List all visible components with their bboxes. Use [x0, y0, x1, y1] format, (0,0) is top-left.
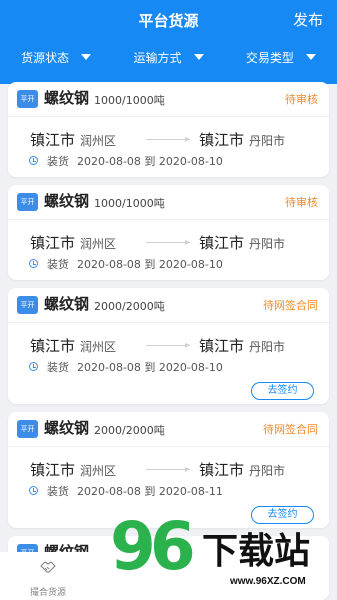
origin-city: 镇江市 [30, 461, 76, 479]
watermark-number: 96 [110, 508, 196, 585]
badge-icon: 平开 [17, 296, 38, 314]
badge-icon: 平开 [17, 193, 38, 211]
date-range: 2020-08-08 到 2020-08-10 [77, 155, 223, 168]
quantity: 1000/1000吨 [94, 197, 165, 210]
quantity: 1000/1000吨 [94, 94, 165, 107]
handshake-icon [40, 561, 56, 573]
origin-district: 润州区 [80, 340, 117, 354]
destination-city: 镇江市 [199, 234, 245, 252]
origin-city: 镇江市 [30, 131, 76, 149]
divider [8, 322, 329, 323]
divider [8, 116, 329, 117]
status-badge: 待网签合同 [263, 423, 318, 436]
origin-district: 润州区 [80, 134, 117, 148]
status-badge: 待网签合同 [263, 299, 318, 312]
filter-transport-mode[interactable]: 运输方式 [112, 46, 224, 68]
caret-down-icon [193, 54, 204, 60]
destination: 镇江市 丹阳市 [199, 459, 285, 480]
origin: 镇江市 润州区 [30, 232, 116, 253]
destination-city: 镇江市 [199, 337, 245, 355]
arrow-right-icon [146, 240, 190, 245]
goods-name: 螺纹钢 [44, 419, 90, 437]
caret-down-icon [305, 54, 316, 60]
page-title: 平台货源 [138, 12, 199, 30]
goods-name: 螺纹钢 [44, 89, 90, 107]
tab-matching-cargo[interactable]: 撮合货源 [0, 552, 96, 600]
quantity: 2000/2000吨 [94, 300, 165, 313]
header-bar: 平台货源 发布 货源状态 运输方式 交易类型 [0, 0, 337, 84]
arrow-right-icon [146, 467, 190, 472]
clock-icon [29, 259, 38, 268]
sign-contract-button[interactable]: 去签约 [251, 382, 314, 400]
destination-district: 丹阳市 [249, 237, 286, 251]
cargo-card[interactable]: 平开 螺纹钢 2000/2000吨 待网签合同 镇江市 润州区 镇江市 丹阳市 装货… [8, 288, 329, 404]
watermark-name: 下载站 [202, 531, 311, 572]
destination: 镇江市 丹阳市 [199, 129, 285, 150]
arrow-right-icon [146, 343, 190, 348]
destination-city: 镇江市 [199, 461, 245, 479]
load-label: 装货 [47, 485, 69, 498]
date-range: 2020-08-08 到 2020-08-11 [77, 485, 223, 498]
destination: 镇江市 丹阳市 [199, 232, 285, 253]
load-label: 装货 [47, 258, 69, 271]
destination: 镇江市 丹阳市 [199, 335, 285, 356]
publish-button[interactable]: 发布 [293, 9, 323, 30]
destination-city: 镇江市 [199, 131, 245, 149]
goods-name: 螺纹钢 [44, 192, 90, 210]
origin: 镇江市 润州区 [30, 129, 116, 150]
destination-district: 丹阳市 [249, 340, 286, 354]
tab-bar: 撮合货源 [0, 552, 96, 600]
cargo-card[interactable]: 平开 螺纹钢 1000/1000吨 待审核 镇江市 润州区 镇江市 丹阳市 装货 2… [8, 82, 329, 177]
badge-icon: 平开 [17, 90, 38, 108]
date-range: 2020-08-08 到 2020-08-10 [77, 361, 223, 374]
caret-down-icon [81, 54, 92, 60]
destination-district: 丹阳市 [249, 134, 286, 148]
date-range: 2020-08-08 到 2020-08-10 [77, 258, 223, 271]
clock-icon [29, 156, 38, 165]
origin-city: 镇江市 [30, 337, 76, 355]
origin-district: 润州区 [80, 464, 117, 478]
clock-icon [29, 362, 38, 371]
origin-city: 镇江市 [30, 234, 76, 252]
badge-icon: 平开 [17, 420, 38, 438]
destination-district: 丹阳市 [249, 464, 286, 478]
cargo-card[interactable]: 平开 螺纹钢 1000/1000吨 待审核 镇江市 润州区 镇江市 丹阳市 装货 2… [8, 185, 329, 280]
load-label: 装货 [47, 155, 69, 168]
goods-name: 螺纹钢 [44, 295, 90, 313]
filter-trade-type[interactable]: 交易类型 [225, 46, 337, 68]
clock-icon [29, 486, 38, 495]
status-badge: 待审核 [285, 196, 318, 209]
watermark-url: www.96XZ.COM [230, 576, 306, 587]
tab-label: 撮合货源 [29, 588, 66, 598]
load-label: 装货 [47, 361, 69, 374]
quantity: 2000/2000吨 [94, 424, 165, 437]
divider [8, 219, 329, 220]
arrow-right-icon [146, 137, 190, 142]
filter-label: 交易类型 [245, 50, 294, 65]
origin: 镇江市 润州区 [30, 459, 116, 480]
status-badge: 待审核 [285, 93, 318, 106]
watermark: 96 下载站 www.96XZ.COM [110, 514, 337, 600]
filter-label: 货源状态 [21, 50, 70, 65]
divider [8, 446, 329, 447]
origin: 镇江市 润州区 [30, 335, 116, 356]
filter-cargo-status[interactable]: 货源状态 [0, 46, 112, 68]
filter-bar: 货源状态 运输方式 交易类型 [0, 46, 337, 68]
origin-district: 润州区 [80, 237, 117, 251]
filter-label: 运输方式 [133, 50, 182, 65]
